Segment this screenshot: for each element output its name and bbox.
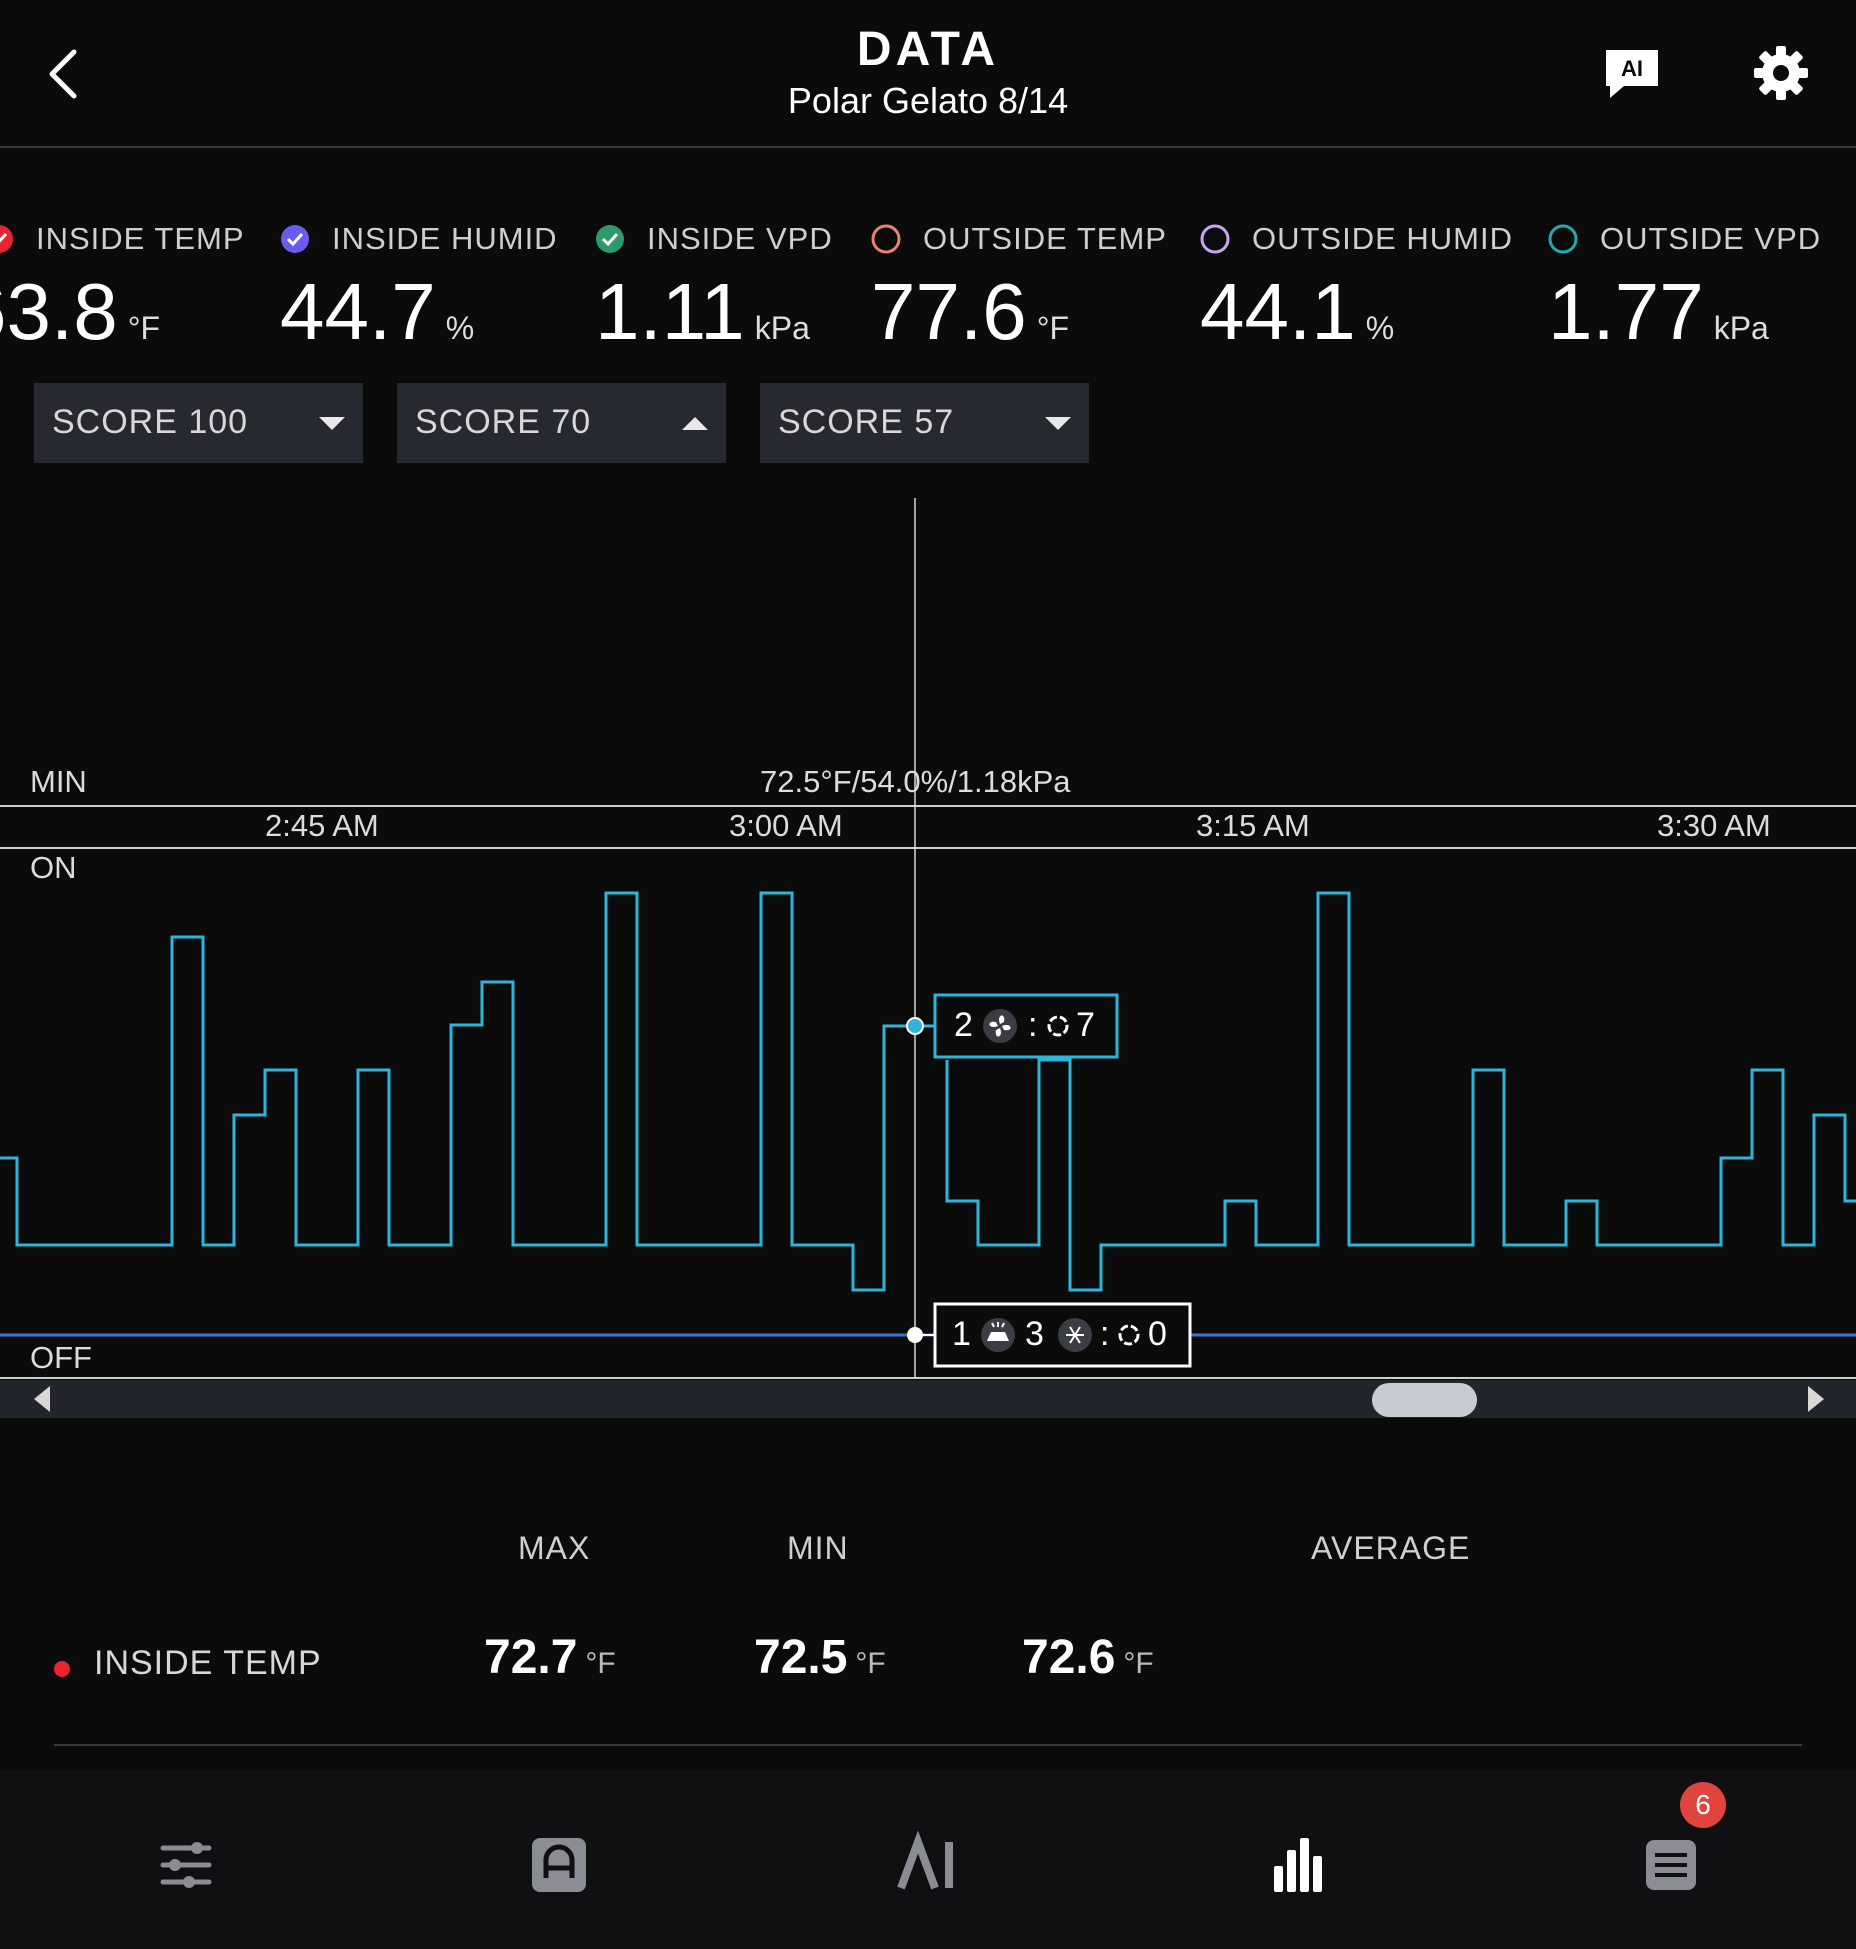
- stat-unit: °F: [1123, 1647, 1154, 1680]
- sensor-outside-humid[interactable]: OUTSIDE HUMID 44.1%: [1200, 214, 1513, 356]
- page-title: DATA: [856, 23, 1000, 76]
- sensor-label: INSIDE HUMID: [332, 221, 558, 256]
- sensor-value: 77.6: [871, 267, 1027, 356]
- history-chart[interactable]: MIN 72.5°F/54.0%/1.18kPa 2:45 AM 3:00 AM…: [0, 490, 1856, 1420]
- stat-unit: °F: [585, 1647, 616, 1680]
- humidifier-level-value: 1: [952, 1315, 971, 1353]
- caret-up-icon: [682, 417, 708, 430]
- col-header-average: AVERAGE: [1311, 1530, 1471, 1566]
- time-tick: 3:00 AM: [729, 808, 843, 843]
- cooler-level-value: 3: [1025, 1315, 1044, 1353]
- checked-icon[interactable]: [280, 224, 310, 254]
- notification-badge: 6: [1680, 1782, 1726, 1828]
- bottom-nav: [0, 1770, 1856, 1949]
- caret-down-icon: [319, 417, 345, 430]
- sensor-value: 63.8: [0, 267, 118, 356]
- scroll-left-icon[interactable]: [32, 1384, 52, 1414]
- tooltip-separator: :: [1100, 1315, 1110, 1353]
- stats-row-label: INSIDE TEMP: [94, 1644, 322, 1682]
- sensor-label: INSIDE TEMP: [36, 221, 245, 256]
- sensor-value: 1.11: [595, 267, 745, 356]
- stat-min-value: 72.5: [754, 1631, 848, 1684]
- col-header-min: MIN: [787, 1530, 849, 1566]
- sensor-value: 44.1: [1200, 267, 1356, 356]
- sensor-unit: %: [445, 310, 475, 346]
- svg-text:AI: AI: [1621, 56, 1643, 81]
- device-name: Polar Gelato 8/14: [787, 80, 1069, 121]
- sensor-unit: °F: [127, 310, 161, 346]
- humidifier-icon: [981, 1318, 1015, 1352]
- device-level-line: [945, 891, 1856, 1292]
- col-header-max: MAX: [518, 1530, 591, 1566]
- sensor-inside-humid[interactable]: INSIDE HUMID 44.7%: [280, 214, 558, 356]
- sensor-outside-vpd[interactable]: OUTSIDE VPD 1.77 kPa: [1548, 214, 1822, 356]
- score-dropdown-3[interactable]: SCORE 57: [760, 383, 1089, 463]
- sensor-unit: kPa: [754, 310, 810, 346]
- cursor-dot-off: [907, 1327, 923, 1343]
- unchecked-circle-icon[interactable]: [1548, 224, 1578, 254]
- tooltip-separator: :: [1028, 1006, 1038, 1044]
- sensor-unit: kPa: [1713, 310, 1769, 346]
- off-label: OFF: [30, 1340, 92, 1375]
- checked-icon[interactable]: [0, 224, 14, 254]
- sensor-inside-temp[interactable]: INSIDE TEMP 63.8°F: [0, 214, 245, 356]
- cursor-dot-fan: [906, 1017, 924, 1035]
- caret-down-icon: [1045, 417, 1071, 430]
- sliders-icon[interactable]: [151, 1830, 221, 1900]
- unchecked-circle-icon[interactable]: [871, 224, 901, 254]
- score-dropdown-2[interactable]: SCORE 70: [397, 383, 726, 463]
- sensor-unit: %: [1365, 310, 1395, 346]
- scrollbar-thumb[interactable]: [1372, 1383, 1477, 1417]
- snowflake-icon: [1058, 1318, 1092, 1352]
- series-color-dot: [54, 1661, 70, 1677]
- controller-icon[interactable]: [524, 1830, 594, 1900]
- sensor-outside-temp[interactable]: OUTSIDE TEMP 77.6 °F: [871, 214, 1167, 356]
- unchecked-circle-icon[interactable]: [1200, 224, 1230, 254]
- score-dropdown-1[interactable]: SCORE 100: [34, 383, 363, 463]
- divider: [54, 1744, 1802, 1746]
- chart-scrollbar[interactable]: [0, 1380, 1856, 1418]
- time-tick: 2:45 AM: [265, 808, 379, 843]
- fan-level-value: 2: [954, 1006, 973, 1044]
- on-label: ON: [30, 850, 77, 885]
- sensor-label: OUTSIDE HUMID: [1252, 221, 1513, 256]
- sensor-label: OUTSIDE TEMP: [923, 221, 1167, 256]
- device-cycle-value: 0: [1148, 1315, 1167, 1353]
- sensor-value: 1.77: [1548, 267, 1704, 356]
- app-header: DATA Polar Gelato 8/14 AI: [0, 0, 1856, 148]
- score-label: SCORE 70: [415, 403, 592, 441]
- stat-max-value: 72.7: [484, 1631, 578, 1684]
- sensor-unit: °F: [1036, 310, 1070, 346]
- bar-chart-icon[interactable]: [1264, 1830, 1334, 1900]
- ai-icon[interactable]: [893, 1830, 963, 1900]
- sensor-inside-vpd[interactable]: INSIDE VPD 1.11 kPa: [595, 214, 833, 356]
- log-list-icon[interactable]: [1636, 1830, 1706, 1900]
- scroll-right-icon[interactable]: [1806, 1384, 1826, 1414]
- time-tick: 3:15 AM: [1196, 808, 1310, 843]
- score-label: SCORE 100: [52, 403, 249, 441]
- device-level-line: [0, 891, 915, 1292]
- stats-row: INSIDE TEMP 72.7 °F 72.5 °F 72.6 °F: [0, 1630, 1856, 1720]
- fan-icon: [983, 1009, 1017, 1043]
- cursor-readout: 72.5°F/54.0%/1.18kPa: [760, 764, 1071, 799]
- time-tick: 3:30 AM: [1657, 808, 1771, 843]
- checked-icon[interactable]: [595, 224, 625, 254]
- sensor-label: OUTSIDE VPD: [1600, 221, 1822, 256]
- sensor-value: 44.7: [280, 267, 436, 356]
- sensor-label: INSIDE VPD: [647, 221, 833, 256]
- stat-avg-value: 72.6: [1022, 1631, 1116, 1684]
- gear-icon[interactable]: [1752, 44, 1810, 102]
- stat-unit: °F: [855, 1647, 886, 1680]
- min-label: MIN: [30, 764, 87, 799]
- ai-chat-icon[interactable]: AI: [1602, 46, 1662, 102]
- score-label: SCORE 57: [778, 403, 955, 441]
- fan-cycle-value: 7: [1076, 1006, 1095, 1044]
